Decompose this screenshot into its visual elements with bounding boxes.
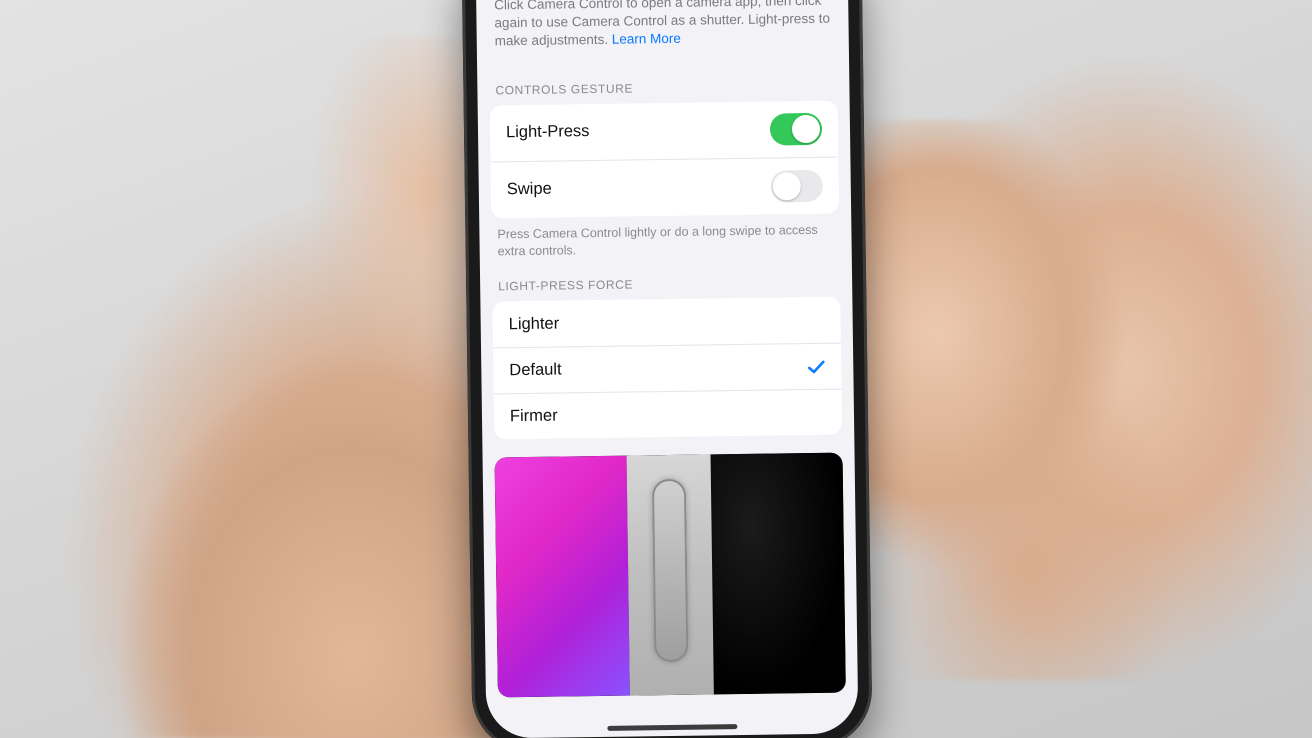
section-header-controls-gesture: CONTROLS GESTURE (477, 58, 850, 105)
option-default[interactable]: Default (493, 343, 842, 394)
camera-control-description: Click Camera Control to open a camera ap… (476, 0, 849, 63)
checkmark-icon (807, 358, 825, 376)
row-label: Swipe (507, 180, 552, 200)
swipe-toggle[interactable] (771, 169, 823, 202)
option-label: Default (509, 361, 562, 381)
option-firmer[interactable]: Firmer (494, 389, 843, 440)
preview-wallpaper (495, 456, 631, 698)
settings-scroll[interactable]: Click Camera Control to open a camera ap… (476, 0, 859, 738)
option-label: Firmer (510, 407, 558, 427)
preview-dark-panel (710, 453, 846, 695)
light-press-toggle[interactable] (770, 112, 822, 145)
learn-more-link[interactable]: Learn More (612, 31, 681, 47)
phone-screen: Click Camera Control to open a camera ap… (476, 0, 859, 738)
option-lighter[interactable]: Lighter (492, 297, 841, 348)
controls-gesture-group: Light-Press Swipe (490, 100, 840, 218)
row-light-press[interactable]: Light-Press (490, 100, 839, 161)
row-label: Light-Press (506, 122, 590, 142)
controls-gesture-footer: Press Camera Control lightly or do a lon… (479, 213, 852, 260)
left-hand (0, 38, 520, 738)
right-hand (842, 120, 1312, 680)
camera-control-preview (495, 453, 846, 698)
light-press-force-group: Lighter Default Firmer (492, 297, 842, 440)
section-header-light-press-force: LIGHT-PRESS FORCE (480, 255, 853, 302)
phone-frame: Click Camera Control to open a camera ap… (461, 0, 872, 738)
option-label: Lighter (509, 314, 560, 334)
preview-side-button (627, 455, 714, 696)
row-swipe[interactable]: Swipe (490, 156, 839, 218)
